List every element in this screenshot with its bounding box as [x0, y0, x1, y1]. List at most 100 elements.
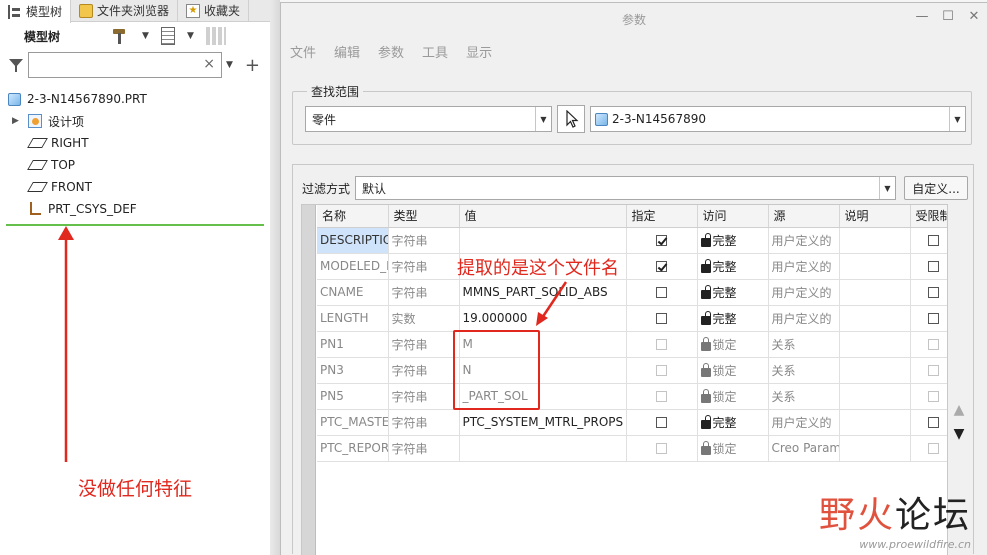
cell-name[interactable]: PTC_REPORT: [317, 435, 389, 462]
show-list-icon[interactable]: [160, 27, 175, 45]
cell-value[interactable]: N: [459, 357, 627, 384]
cell-value[interactable]: 19.000000: [459, 305, 627, 332]
col-header-restricted[interactable]: 受限制: [910, 205, 947, 228]
table-row[interactable]: PN5 字符串 _PART_SOL 锁定 关系: [317, 383, 947, 410]
cell-value[interactable]: M: [459, 331, 627, 358]
settings-tools-icon[interactable]: [110, 27, 130, 45]
designate-checkbox[interactable]: [656, 261, 667, 272]
designate-checkbox[interactable]: [656, 443, 667, 454]
table-row[interactable]: MODELED_BY字符串 完整 用户定义的: [317, 253, 947, 280]
restricted-checkbox[interactable]: [928, 391, 939, 402]
menu-display[interactable]: 显示: [466, 42, 492, 61]
restricted-checkbox[interactable]: [928, 261, 939, 272]
chevron-down-icon[interactable]: ▼: [879, 177, 895, 199]
col-header-value[interactable]: 值: [459, 205, 627, 228]
clear-icon[interactable]: ×: [203, 56, 215, 72]
tree-node-front[interactable]: FRONT: [0, 176, 270, 198]
cell-value[interactable]: _PART_SOL: [459, 383, 627, 410]
menu-edit[interactable]: 编辑: [334, 42, 360, 61]
cell-access[interactable]: 完整: [697, 253, 769, 280]
restricted-checkbox[interactable]: [928, 287, 939, 298]
designate-checkbox[interactable]: [656, 391, 667, 402]
cell-name[interactable]: PTC_MASTER_MATERIAL: [317, 409, 389, 436]
cell-access[interactable]: 完整: [697, 305, 769, 332]
cell-description[interactable]: [839, 383, 911, 410]
move-up-icon[interactable]: ▲: [951, 402, 967, 426]
cell-description[interactable]: [839, 279, 911, 306]
chevron-down-icon[interactable]: ▼: [226, 60, 233, 70]
col-header-source[interactable]: 源: [768, 205, 840, 228]
cell-description[interactable]: [839, 227, 911, 254]
insert-here-line[interactable]: [6, 224, 264, 226]
chevron-down-icon[interactable]: ▼: [187, 31, 194, 41]
tree-root-node[interactable]: 2-3-N14567890.PRT: [0, 88, 270, 110]
designate-checkbox[interactable]: [656, 235, 667, 246]
cell-type[interactable]: 字符串: [388, 331, 460, 358]
cell-type[interactable]: 字符串: [388, 383, 460, 410]
chevron-down-icon[interactable]: ▼: [949, 107, 965, 131]
cell-value[interactable]: [459, 227, 627, 254]
tab-folder-browser[interactable]: 文件夹浏览器: [71, 0, 179, 21]
tab-model-tree[interactable]: 模型树: [0, 0, 72, 23]
cell-type[interactable]: 实数: [388, 305, 460, 332]
chevron-down-icon[interactable]: ▼: [535, 107, 551, 131]
cell-value[interactable]: MMNS_PART_SOLID_ABS: [459, 279, 627, 306]
customize-button[interactable]: 自定义...: [904, 176, 968, 200]
cell-type[interactable]: 字符串: [388, 227, 460, 254]
table-row[interactable]: CNAME 字符串 MMNS_PART_SOLID_ABS 完整 用户定义的: [317, 279, 947, 306]
cell-description[interactable]: [839, 305, 911, 332]
close-icon[interactable]: ✕: [961, 9, 987, 24]
cell-access[interactable]: 完整: [697, 409, 769, 436]
restricted-checkbox[interactable]: [928, 417, 939, 428]
cell-access[interactable]: 锁定: [697, 383, 769, 410]
cell-access[interactable]: 锁定: [697, 435, 769, 462]
cell-description[interactable]: [839, 253, 911, 280]
minimize-icon[interactable]: —: [909, 9, 935, 24]
chevron-down-icon[interactable]: ▼: [142, 31, 149, 41]
designate-checkbox[interactable]: [656, 313, 667, 324]
col-header-access[interactable]: 访问: [697, 205, 769, 228]
designate-checkbox[interactable]: [656, 287, 667, 298]
menu-file[interactable]: 文件: [290, 42, 316, 61]
tree-columns-icon[interactable]: [205, 27, 226, 45]
cell-description[interactable]: [839, 331, 911, 358]
cell-access[interactable]: 完整: [697, 279, 769, 306]
tab-favorites[interactable]: ★ 收藏夹: [178, 0, 250, 21]
restricted-checkbox[interactable]: [928, 235, 939, 246]
tree-node-design-items[interactable]: ▶ 设计项: [0, 110, 270, 132]
maximize-icon[interactable]: ☐: [935, 9, 961, 24]
restricted-checkbox[interactable]: [928, 365, 939, 376]
cell-name[interactable]: DESCRIPTION: [317, 227, 389, 254]
table-row[interactable]: PTC_REPORT字符串 锁定 Creo Parametric: [317, 435, 947, 462]
col-header-description[interactable]: 说明: [839, 205, 911, 228]
tree-search-input[interactable]: [29, 53, 199, 77]
cell-access[interactable]: 完整: [697, 227, 769, 254]
filter-icon[interactable]: [8, 57, 24, 73]
col-header-type[interactable]: 类型: [388, 205, 460, 228]
filter-select[interactable]: 默认 ▼: [355, 176, 896, 200]
cell-description[interactable]: [839, 435, 911, 462]
designate-checkbox[interactable]: [656, 339, 667, 350]
restricted-checkbox[interactable]: [928, 443, 939, 454]
table-row[interactable]: PN3 字符串 N 锁定 关系: [317, 357, 947, 384]
restricted-checkbox[interactable]: [928, 313, 939, 324]
move-down-icon[interactable]: ▼: [951, 426, 967, 450]
cell-access[interactable]: 锁定: [697, 357, 769, 384]
table-row[interactable]: PTC_MASTER_MATERIAL字符串PTC_SYSTEM_MTRL_PR…: [317, 409, 947, 436]
cell-description[interactable]: [839, 357, 911, 384]
panel-splitter[interactable]: [270, 0, 280, 555]
cell-name[interactable]: MODELED_BY: [317, 253, 389, 280]
cell-value[interactable]: [459, 435, 627, 462]
designate-checkbox[interactable]: [656, 365, 667, 376]
cell-type[interactable]: 字符串: [388, 279, 460, 306]
tree-node-top[interactable]: TOP: [0, 154, 270, 176]
designate-checkbox[interactable]: [656, 417, 667, 428]
cell-type[interactable]: 字符串: [388, 409, 460, 436]
add-filter-icon[interactable]: +: [245, 55, 260, 76]
restricted-checkbox[interactable]: [928, 339, 939, 350]
table-row[interactable]: DESCRIPTION字符串 完整 用户定义的: [317, 227, 947, 254]
row-selector-strip[interactable]: [302, 205, 316, 555]
select-object-button[interactable]: [557, 105, 585, 133]
cell-name[interactable]: PN1: [317, 331, 389, 358]
tree-node-csys[interactable]: PRT_CSYS_DEF: [0, 198, 270, 220]
